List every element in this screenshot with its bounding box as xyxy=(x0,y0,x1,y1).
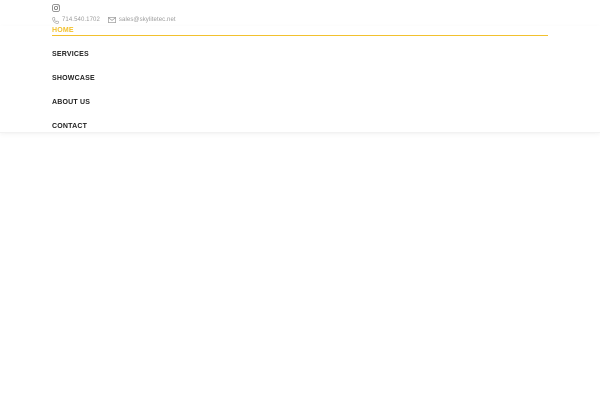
contact-info: 714.540.1702 sales@skylitetec.net xyxy=(52,15,176,25)
nav-item-about-us[interactable]: ABOUT US xyxy=(52,98,90,107)
nav-item-services[interactable]: SERVICES xyxy=(52,50,89,59)
envelope-icon xyxy=(107,17,116,23)
nav-divider xyxy=(0,132,600,133)
nav-item-contact[interactable]: CONTACT xyxy=(52,122,87,131)
phone-number: 714.540.1702 xyxy=(62,17,100,23)
page: 714.540.1702 sales@skylitetec.net HOME S… xyxy=(0,0,600,400)
active-nav-underline xyxy=(52,35,548,36)
phone-icon xyxy=(52,16,59,24)
top-bar: 714.540.1702 sales@skylitetec.net xyxy=(0,0,600,26)
email-link[interactable]: sales@skylitetec.net xyxy=(107,17,176,23)
instagram-icon[interactable] xyxy=(52,4,60,12)
nav-item-showcase[interactable]: SHOWCASE xyxy=(52,74,95,83)
nav-item-home[interactable]: HOME xyxy=(52,26,74,35)
email-address: sales@skylitetec.net xyxy=(118,17,176,23)
phone-link[interactable]: 714.540.1702 xyxy=(52,16,100,24)
